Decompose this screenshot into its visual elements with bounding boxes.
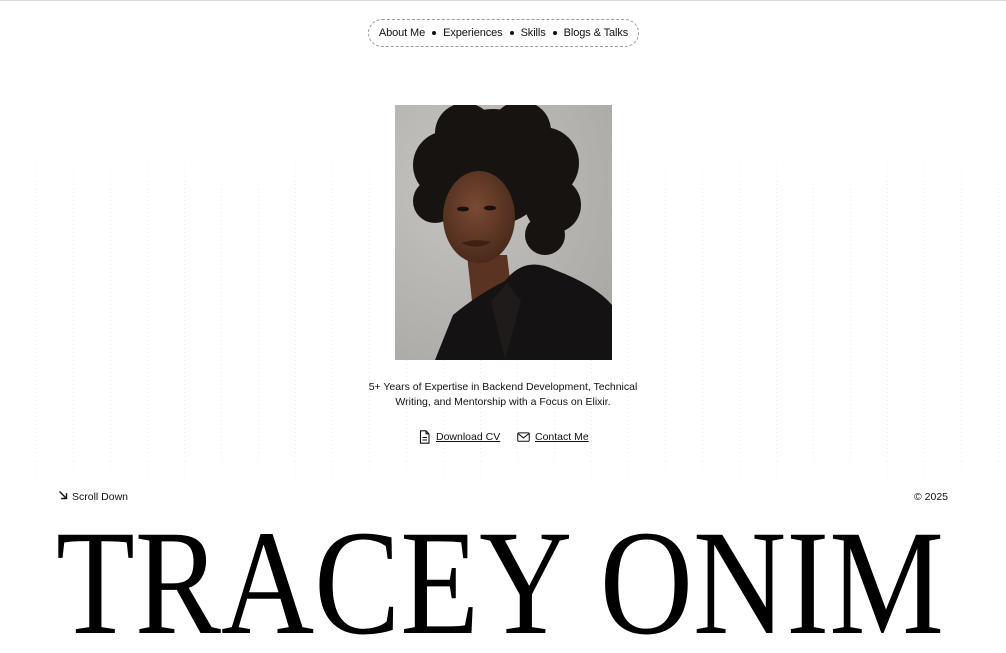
- arrow-down-right-icon: [58, 490, 68, 503]
- copyright-text: © 2025: [913, 491, 948, 503]
- mail-icon: [517, 430, 530, 444]
- top-nav: About Me Experiences Skills Blogs & Talk…: [368, 19, 639, 47]
- portrait-photo: [395, 105, 612, 360]
- tagline: 5+ Years of Expertise in Backend Develop…: [368, 381, 638, 408]
- download-cv-button[interactable]: Download CV: [418, 429, 500, 445]
- portrait-illustration: [395, 105, 612, 360]
- page: About Me Experiences Skills Blogs & Talk…: [0, 0, 1006, 653]
- download-cv-label: Download CV: [436, 431, 501, 443]
- nav-item-skills[interactable]: Skills: [521, 27, 546, 39]
- scroll-down-link[interactable]: Scroll Down: [58, 490, 128, 503]
- contact-me-label: Contact Me: [535, 431, 589, 443]
- nav-separator-dot: [432, 31, 437, 35]
- scroll-down-label: Scroll Down: [72, 490, 129, 503]
- nav-separator-dot: [509, 31, 514, 35]
- top-divider: [0, 0, 1006, 1]
- hero-name: TRACEY ONIM: [56, 518, 944, 636]
- contact-me-button[interactable]: Contact Me: [517, 429, 589, 445]
- nav-separator-dot: [552, 31, 557, 35]
- nav-item-about-me[interactable]: About Me: [379, 27, 425, 39]
- document-icon: [418, 430, 431, 444]
- nav-item-blogs-talks[interactable]: Blogs & Talks: [564, 27, 629, 39]
- hero-name-text: TRACEY ONIM: [56, 518, 944, 636]
- nav-item-experiences[interactable]: Experiences: [443, 27, 503, 39]
